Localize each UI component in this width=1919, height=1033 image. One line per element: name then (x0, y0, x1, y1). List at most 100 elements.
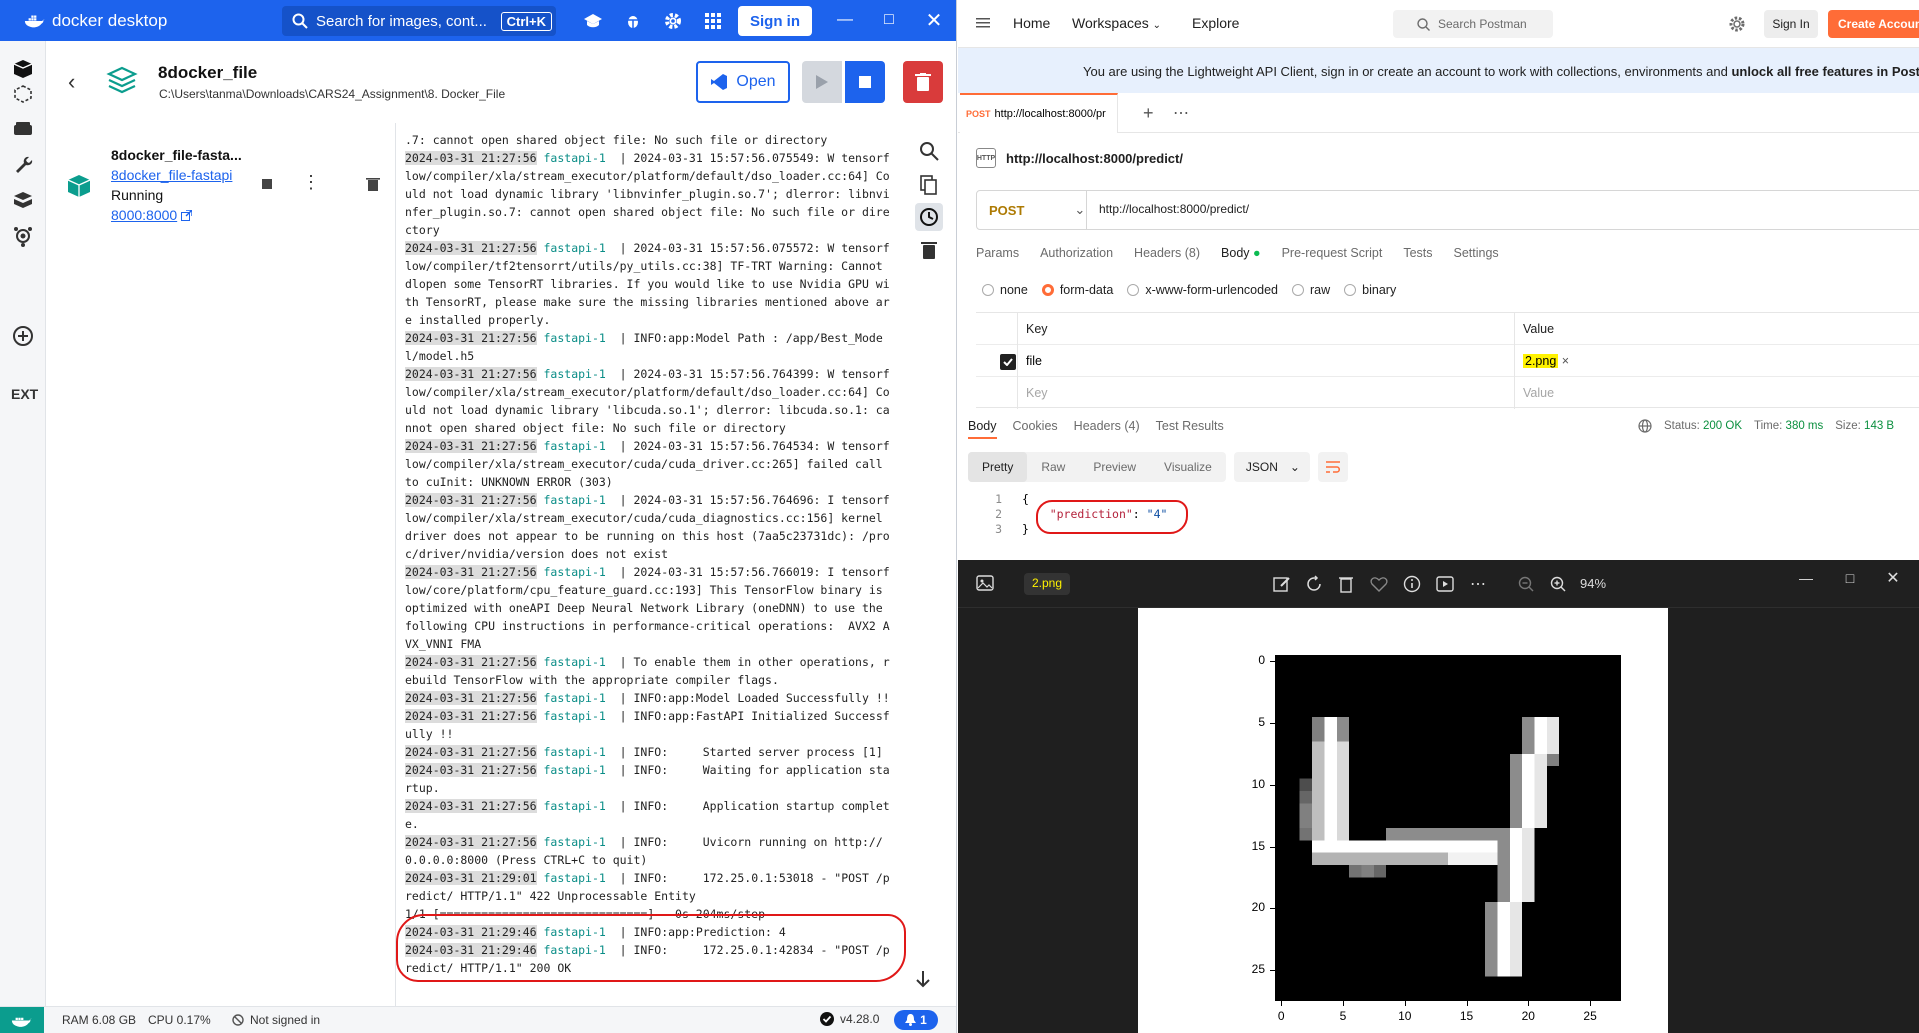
container-more-icon[interactable]: ⋮ (302, 172, 320, 193)
log-search-icon[interactable] (915, 137, 943, 165)
docker-search-bar[interactable]: Search for images, cont... Ctrl+K (282, 6, 556, 36)
maximize-icon[interactable]: □ (1840, 568, 1860, 588)
wrap-lines-icon[interactable] (1317, 452, 1348, 482)
gear-icon[interactable] (662, 10, 684, 32)
tab-authorization[interactable]: Authorization (1040, 246, 1113, 266)
resp-tab-body[interactable]: Body (968, 419, 997, 439)
tab-options-icon[interactable]: ⋯ (1173, 103, 1189, 123)
container-logs[interactable]: .7: cannot open shared object file: No s… (397, 123, 901, 1006)
format-select[interactable]: JSON ⌄ (1233, 452, 1310, 482)
edit-image-icon[interactable] (1272, 574, 1292, 594)
request-tab[interactable]: POST http://localhost:8000/pr (960, 93, 1118, 133)
rotate-icon[interactable] (1304, 574, 1324, 594)
zoom-out-icon[interactable] (1516, 574, 1536, 594)
apps-grid-icon[interactable] (702, 10, 724, 32)
view-pretty[interactable]: Pretty (968, 452, 1028, 482)
nav-home[interactable]: Home (1013, 15, 1050, 31)
nav-workspaces[interactable]: Workspaces ⌄ (1072, 15, 1161, 31)
create-account-button[interactable]: Create Account (1828, 10, 1919, 38)
start-button[interactable] (802, 61, 842, 103)
sign-in-status[interactable]: Not signed in (232, 1013, 320, 1027)
radio-form-data[interactable]: form-data (1041, 283, 1113, 297)
close-icon[interactable]: ✕ (1883, 568, 1903, 588)
minimize-icon[interactable]: — (834, 9, 856, 31)
tab-pre-request-script[interactable]: Pre-request Script (1282, 246, 1383, 266)
container-stop-icon[interactable] (262, 179, 272, 189)
copy-icon[interactable] (915, 171, 943, 199)
new-tab-plus-icon[interactable]: + (1143, 103, 1154, 124)
favorite-heart-icon[interactable] (1369, 574, 1389, 594)
docker-status-bar: RAM 6.08 GB CPU 0.17% Not signed in v4.2… (0, 1006, 956, 1033)
radio-none[interactable]: none (982, 283, 1028, 297)
remove-file-icon[interactable]: × (1562, 354, 1569, 368)
delete-button[interactable] (903, 61, 943, 103)
back-icon[interactable]: ‹ (68, 69, 75, 95)
view-preview[interactable]: Preview (1079, 452, 1150, 482)
images-icon[interactable] (11, 82, 35, 106)
tab-headers[interactable]: Headers (8) (1134, 246, 1200, 266)
trash-icon (915, 73, 931, 91)
container-link[interactable]: 8docker_file-fastapi (111, 167, 232, 183)
kv-key-cell[interactable]: file (1018, 345, 1515, 377)
view-visualize[interactable]: Visualize (1150, 452, 1226, 482)
kv-key-placeholder[interactable]: Key (1018, 377, 1515, 409)
slideshow-icon[interactable] (1435, 574, 1455, 594)
digit-pixel (1534, 766, 1547, 779)
containers-icon[interactable] (11, 57, 35, 81)
resp-tab-cookies[interactable]: Cookies (1013, 419, 1058, 439)
clear-logs-trash-icon[interactable] (915, 236, 943, 264)
tab-tests[interactable]: Tests (1403, 246, 1432, 266)
maximize-icon[interactable]: □ (878, 9, 900, 31)
radio-urlencoded[interactable]: x-www-form-urlencoded (1127, 283, 1278, 297)
digit-pixel (1534, 803, 1547, 816)
minimize-icon[interactable]: — (1796, 568, 1816, 588)
digit-pixel (1324, 766, 1337, 779)
postman-sign-in-button[interactable]: Sign In (1764, 10, 1818, 38)
method-select[interactable]: POST ⌄ (977, 191, 1087, 229)
digit-pixel (1472, 840, 1486, 853)
delete-trash-icon[interactable] (1336, 574, 1356, 594)
tab-body[interactable]: Body ● (1221, 246, 1261, 266)
more-options-icon[interactable]: ⋯ (1468, 574, 1488, 594)
container-trash-icon[interactable] (366, 177, 380, 191)
log-timestamp: 2024-03-31 21:27:56 (405, 565, 537, 579)
zoom-in-icon-shape[interactable] (1548, 574, 1568, 594)
radio-binary[interactable]: binary (1344, 283, 1396, 297)
compose-stack-icon (106, 66, 138, 94)
settings-gear-icon[interactable] (1728, 15, 1746, 33)
version-label: v4.28.0 (840, 1012, 880, 1026)
tab-params[interactable]: Params (976, 246, 1019, 266)
scroll-to-bottom-icon[interactable] (912, 968, 934, 990)
version-info[interactable]: v4.28.0 (820, 1012, 879, 1026)
dev-environments-icon[interactable] (11, 188, 35, 212)
add-extension-icon[interactable] (11, 324, 35, 348)
kv-value-placeholder[interactable]: Value (1515, 377, 1919, 409)
bug-report-icon[interactable] (622, 10, 644, 32)
kv-value-cell[interactable]: 2.png × (1515, 345, 1919, 377)
timestamps-clock-icon[interactable] (915, 203, 943, 231)
builds-wrench-icon[interactable] (11, 152, 35, 176)
notifications-button[interactable]: 1 (894, 1010, 938, 1030)
volumes-icon[interactable] (11, 117, 35, 141)
learning-center-icon[interactable] (582, 10, 604, 32)
info-icon[interactable] (1402, 574, 1422, 594)
nav-explore[interactable]: Explore (1192, 15, 1239, 31)
postman-search[interactable]: Search Postman (1393, 10, 1553, 38)
row-checkbox[interactable] (1000, 354, 1016, 370)
open-in-vscode-button[interactable]: Open (696, 61, 790, 103)
resp-tab-headers[interactable]: Headers (4) (1074, 419, 1140, 439)
sign-in-button[interactable]: Sign in (738, 6, 812, 36)
container-port-link[interactable]: 8000:8000 (111, 207, 193, 223)
close-icon[interactable]: ✕ (923, 9, 945, 32)
url-input[interactable]: http://localhost:8000/predict/ (1099, 202, 1249, 216)
radio-raw[interactable]: raw (1292, 283, 1330, 297)
engine-status-whale-icon[interactable] (0, 1007, 44, 1033)
tab-body-label: Body (1221, 246, 1250, 260)
resp-tab-test-results[interactable]: Test Results (1156, 419, 1224, 439)
menu-icon[interactable] (976, 16, 990, 30)
docker-scout-icon[interactable] (11, 224, 35, 248)
tab-settings[interactable]: Settings (1454, 246, 1499, 266)
stop-button[interactable] (845, 61, 885, 103)
line-number: 2 (995, 507, 1002, 521)
view-raw[interactable]: Raw (1027, 452, 1079, 482)
